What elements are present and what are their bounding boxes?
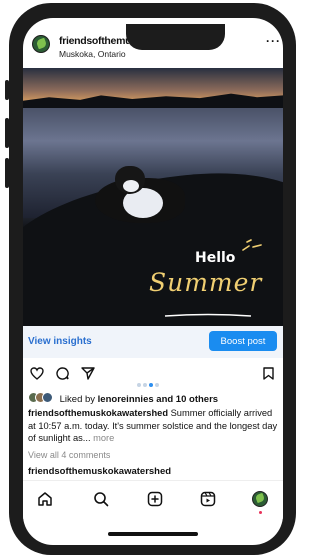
carousel-dot — [137, 383, 141, 387]
search-icon[interactable] — [93, 491, 109, 507]
more-horizontal-icon[interactable]: ··· — [266, 34, 281, 48]
view-insights-link[interactable]: View insights — [28, 336, 92, 347]
caption-more-link[interactable]: more — [91, 433, 114, 443]
cat-face — [123, 180, 139, 192]
boost-post-button[interactable]: Boost post — [209, 331, 277, 351]
post-caption: friendsofthemuskokawatershed Summer offi… — [28, 407, 278, 445]
phone-side-button — [5, 158, 9, 188]
carousel-dot — [143, 383, 147, 387]
carousel-dot — [155, 383, 159, 387]
caption-username[interactable]: friendsofthemuskokawatershed — [28, 408, 168, 418]
likes-user[interactable]: lenoreinnies — [98, 394, 154, 405]
likes-prefix: Liked by — [59, 394, 98, 405]
sparkle-icon — [242, 239, 262, 251]
view-all-comments-link[interactable]: View all 4 comments — [28, 450, 110, 460]
insights-bar: View insights Boost post — [23, 326, 283, 358]
overlay-summer: Summer — [149, 268, 263, 297]
account-avatar[interactable] — [32, 35, 50, 53]
home-indicator[interactable] — [108, 532, 198, 536]
share-icon[interactable] — [81, 367, 95, 380]
phone-side-button — [5, 118, 9, 148]
bookmark-icon[interactable] — [263, 367, 274, 380]
heart-icon[interactable] — [30, 367, 44, 380]
bottom-nav — [23, 480, 283, 519]
likes-suffix[interactable]: and 10 others — [154, 394, 218, 405]
notification-dot — [259, 511, 262, 514]
carousel-indicator — [137, 374, 161, 392]
phone-screen: friendsofthemuskokawatershed Muskoka, On… — [23, 18, 283, 545]
overlay-hello: Hello — [195, 250, 236, 266]
comment-icon[interactable] — [56, 367, 69, 380]
carousel-dot-active — [149, 383, 153, 387]
comment-username[interactable]: friendsofthemuskokawatershed — [28, 466, 171, 477]
home-icon[interactable] — [37, 491, 53, 507]
post-location[interactable]: Muskoka, Ontario — [59, 49, 126, 59]
post-actions — [23, 358, 283, 388]
phone-side-button — [5, 80, 9, 100]
swash-line — [164, 313, 252, 317]
reels-icon[interactable] — [200, 491, 216, 507]
post-image[interactable]: Hello Summer — [23, 68, 283, 326]
phone-notch — [126, 24, 225, 50]
profile-avatar[interactable] — [252, 491, 268, 507]
liker-avatar — [42, 392, 53, 403]
likes-summary[interactable]: Liked by lenoreinnies and 10 others — [28, 392, 218, 405]
add-post-icon[interactable] — [147, 491, 163, 507]
